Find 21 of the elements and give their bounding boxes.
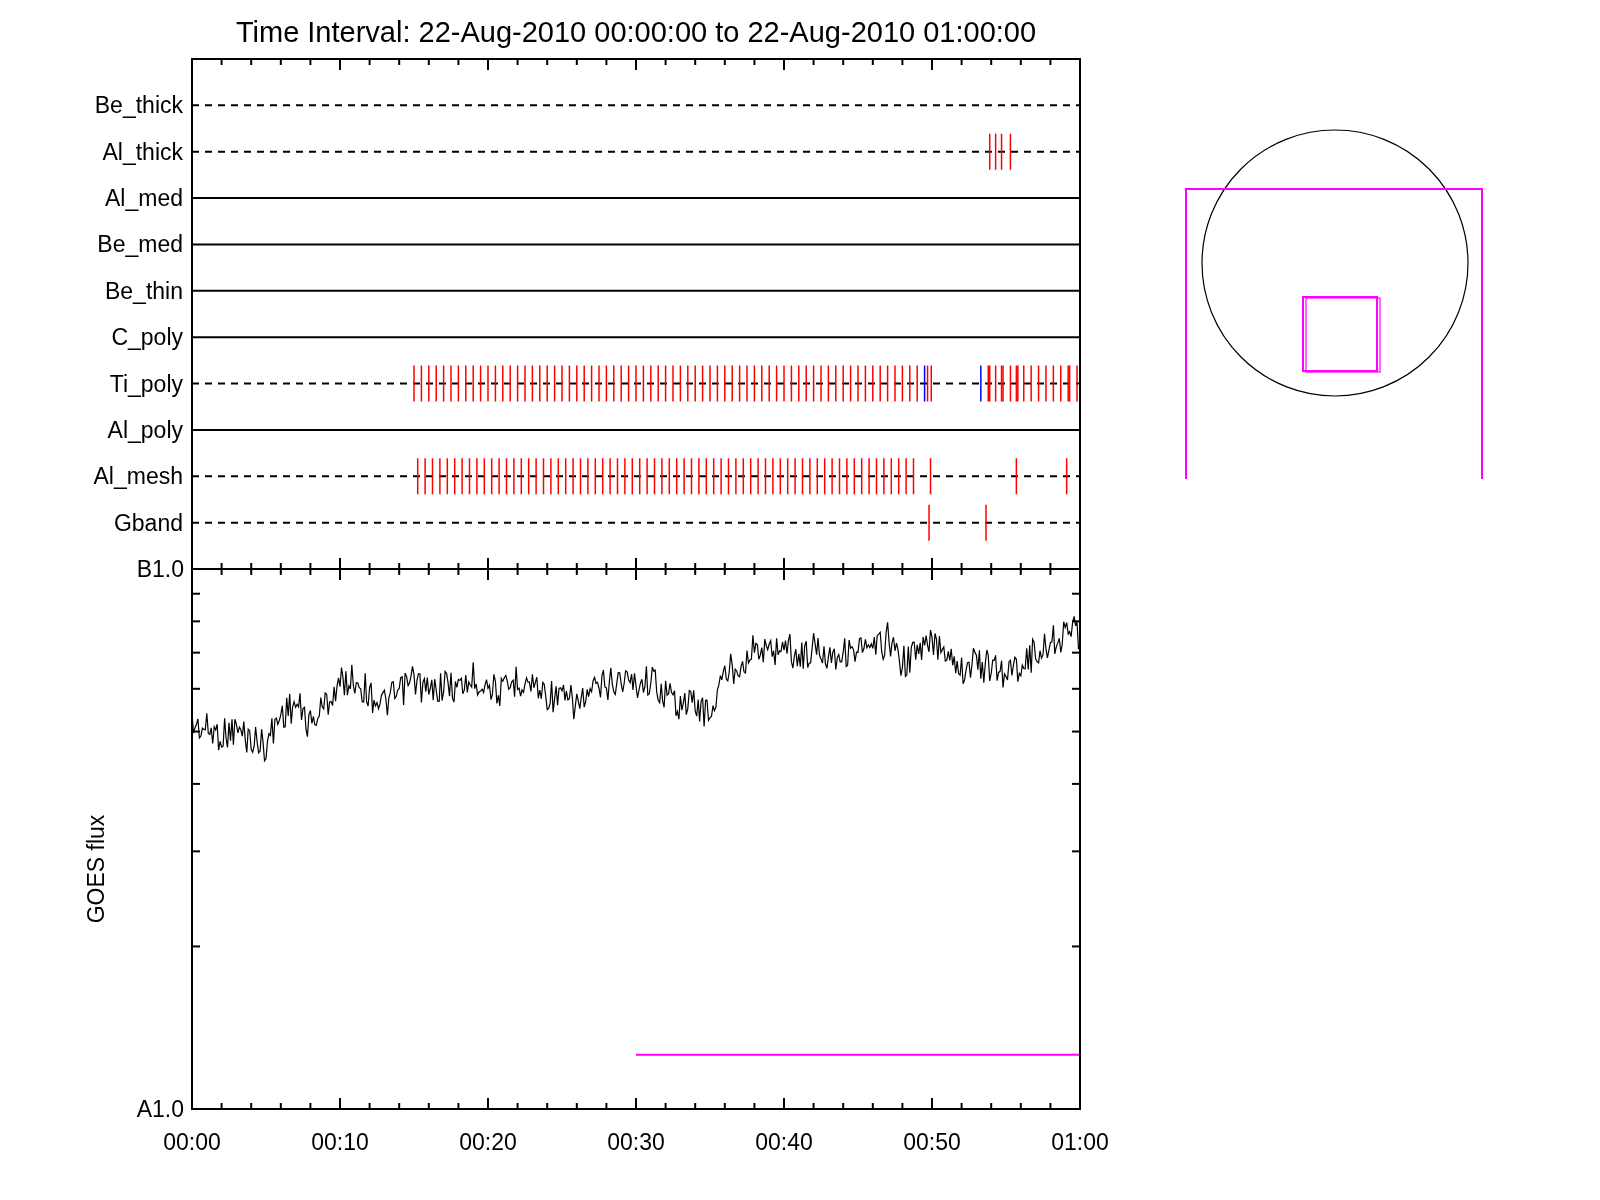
- x-tick-label: 00:30: [607, 1129, 665, 1155]
- filter-label: C_poly: [111, 324, 183, 351]
- filter-label: Al_med: [105, 185, 183, 212]
- plot-title: Time Interval: 22-Aug-2010 00:00:00 to 22-Aug-2010 01:00:00: [235, 16, 1037, 48]
- y-axis-title: GOES flux: [83, 814, 109, 924]
- filter-label: Gband: [113, 509, 183, 536]
- filter-label: Be_thin: [105, 277, 183, 304]
- x-tick-label: 00:20: [459, 1129, 517, 1155]
- filter-label: Be_med: [97, 231, 183, 258]
- x-tick-label: 01:00: [1051, 1129, 1109, 1155]
- y-tick-label: A1.0: [136, 1096, 184, 1122]
- filter-label: Al_poly: [107, 416, 183, 443]
- filter-label: Al_thick: [102, 138, 183, 165]
- filter-label: Ti_poly: [109, 370, 183, 397]
- x-tick-label: 00:50: [903, 1129, 961, 1155]
- x-tick-label: 00:00: [163, 1129, 221, 1155]
- x-tick-label: 00:40: [755, 1129, 813, 1155]
- y-tick-label: B1.0: [136, 556, 184, 582]
- filter-label: Be_thick: [94, 92, 183, 119]
- filter-label: Al_mesh: [93, 463, 183, 490]
- x-tick-label: 00:10: [311, 1129, 369, 1155]
